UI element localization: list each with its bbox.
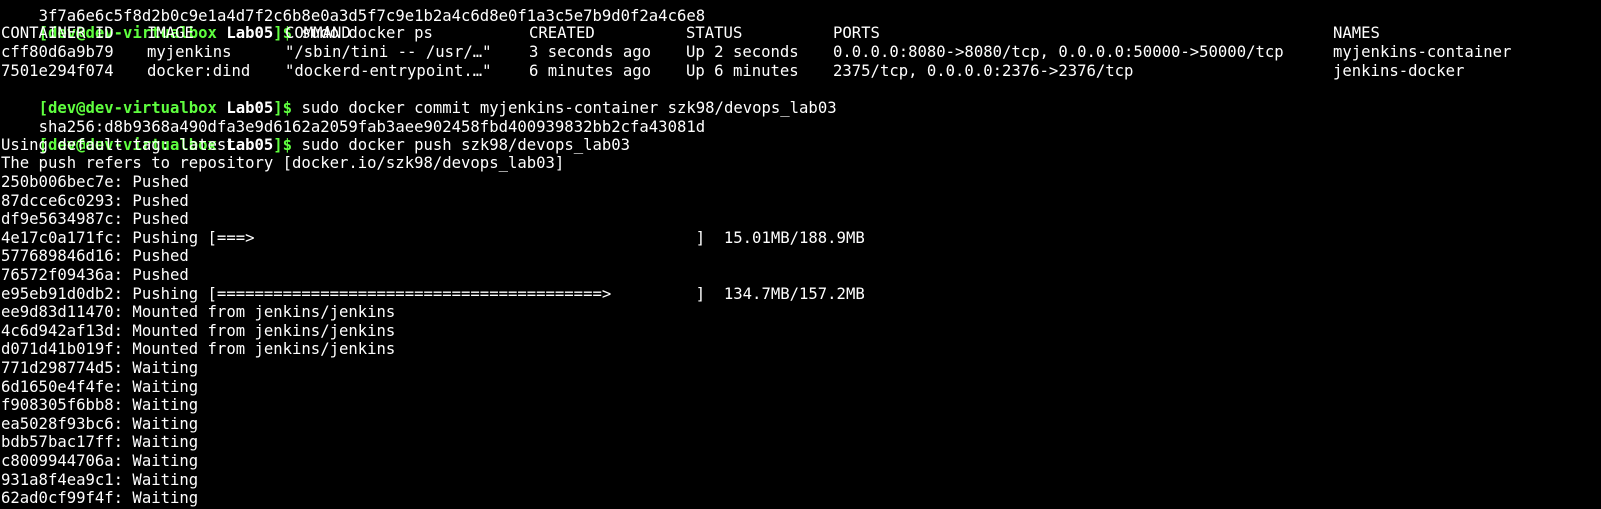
output-line: sha256:d8b9368a490dfa3e9d6162a2059fab3ae… bbox=[1, 99, 706, 136]
output-text: Using default tag: latest bbox=[1, 136, 236, 154]
prompt-close: ]$ bbox=[273, 136, 293, 154]
prompt-line-docker-ps: [dev@dev-virtualbox Lab05]$ sudo docker … bbox=[1, 5, 433, 42]
layer-status-line: 250b006bec7e: Pushed bbox=[1, 173, 189, 192]
command-text: sudo docker push szk98/devops_lab03 bbox=[301, 136, 631, 154]
layer-status-text: 4c6d942af13d: Mounted from jenkins/jenki… bbox=[1, 322, 396, 340]
ps-cell-ports: 0.0.0.0:8080->8080/tcp, 0.0.0.0:50000->5… bbox=[833, 43, 1284, 61]
ps-header-created: CREATED bbox=[529, 24, 595, 42]
ps-header-row: CONTAINER ID IMAGE COMMAND CREATED STATU… bbox=[1, 24, 1601, 43]
layer-status-line: 577689846d16: Pushed bbox=[1, 247, 189, 266]
layer-status-text: 76572f09436a: Pushed bbox=[1, 266, 189, 284]
prompt-line-docker-commit: [dev@dev-virtualbox Lab05]$ sudo docker … bbox=[1, 80, 837, 117]
layer-status-text: f908305f6bb8: Waiting bbox=[1, 396, 199, 414]
layer-status-line: 771d298774d5: Waiting bbox=[1, 359, 198, 378]
layer-status-text: ea5028f93bc6: Waiting bbox=[1, 415, 199, 433]
ps-cell-ports: 2375/tcp, 0.0.0.0:2376->2376/tcp bbox=[833, 62, 1134, 80]
layer-status-line: 62ad0cf99f4f: Waiting bbox=[1, 489, 198, 508]
layer-status-text: d071d41b019f: Mounted from jenkins/jenki… bbox=[1, 340, 396, 358]
ps-header-command: COMMAND bbox=[285, 24, 351, 42]
layer-progress-text: 4e17c0a171fc: Pushing [===> ] 15.01MB/18… bbox=[1, 229, 865, 247]
ps-header-status: STATUS bbox=[686, 24, 743, 42]
layer-status-line: ee9d83d11470: Mounted from jenkins/jenki… bbox=[1, 303, 395, 322]
ps-header-names: NAMES bbox=[1333, 24, 1380, 42]
layer-progress-text: e95eb91d0db2: Pushing [=================… bbox=[1, 285, 865, 303]
layer-status-text: 87dcce6c0293: Pushed bbox=[1, 192, 189, 210]
layer-status-line: 87dcce6c0293: Pushed bbox=[1, 192, 189, 211]
ps-cell-image: myjenkins bbox=[147, 43, 232, 61]
layer-status-line: 6d1650e4f4fe: Waiting bbox=[1, 378, 198, 397]
ps-row: cff80d6a9b79 myjenkins "/sbin/tini -- /u… bbox=[1, 43, 1601, 62]
ps-cell-command: "dockerd-entrypoint.…" bbox=[285, 62, 492, 80]
layer-status-text: 62ad0cf99f4f: Waiting bbox=[1, 489, 199, 507]
layer-status-text: 771d298774d5: Waiting bbox=[1, 359, 199, 377]
layer-status-text: 250b006bec7e: Pushed bbox=[1, 173, 189, 191]
terminal-window[interactable]: 3f7a6e6c5f8d2b0c9e1a4d7f2c6b8e0a3d5f7c9e… bbox=[0, 0, 1601, 509]
layer-status-line: f908305f6bb8: Waiting bbox=[1, 396, 198, 415]
layer-status-text: 931a8f4ea9c1: Waiting bbox=[1, 471, 199, 489]
ps-header-container-id: CONTAINER ID bbox=[1, 24, 114, 42]
layer-status-text: c8009944706a: Waiting bbox=[1, 452, 199, 470]
layer-status-line: 931a8f4ea9c1: Waiting bbox=[1, 471, 198, 490]
layer-status-text: ee9d83d11470: Mounted from jenkins/jenki… bbox=[1, 303, 396, 321]
layer-status-line: c8009944706a: Waiting bbox=[1, 452, 198, 471]
output-line: Using default tag: latest bbox=[1, 136, 236, 155]
ps-cell-image: docker:dind bbox=[147, 62, 251, 80]
ps-cell-container-id: 7501e294f074 bbox=[1, 62, 114, 80]
ps-header-image: IMAGE bbox=[147, 24, 194, 42]
ps-header-ports: PORTS bbox=[833, 24, 880, 42]
layer-status-text: 6d1650e4f4fe: Waiting bbox=[1, 378, 199, 396]
layer-status-text: 577689846d16: Pushed bbox=[1, 247, 189, 265]
layer-status-text: bdb57bac17ff: Waiting bbox=[1, 433, 199, 451]
layer-status-line: ea5028f93bc6: Waiting bbox=[1, 415, 198, 434]
ps-row: 7501e294f074 docker:dind "dockerd-entryp… bbox=[1, 62, 1601, 81]
ps-cell-names: myjenkins-container bbox=[1333, 43, 1512, 61]
layer-status-line: bdb57bac17ff: Waiting bbox=[1, 433, 198, 452]
ps-cell-status: Up 2 seconds bbox=[686, 43, 799, 61]
ps-cell-container-id: cff80d6a9b79 bbox=[1, 43, 114, 61]
ps-cell-command: "/sbin/tini -- /usr/…" bbox=[285, 43, 492, 61]
layer-progress-line: 4e17c0a171fc: Pushing [===> ] 15.01MB/18… bbox=[1, 229, 865, 248]
ps-cell-status: Up 6 minutes bbox=[686, 62, 799, 80]
prompt-line-docker-push: [dev@dev-virtualbox Lab05]$ sudo docker … bbox=[1, 117, 631, 154]
ps-cell-created: 6 minutes ago bbox=[529, 62, 652, 80]
layer-progress-line: e95eb91d0db2: Pushing [=================… bbox=[1, 285, 865, 304]
ps-cell-created: 3 seconds ago bbox=[529, 43, 652, 61]
layer-status-line: 4c6d942af13d: Mounted from jenkins/jenki… bbox=[1, 322, 395, 341]
output-line: The push refers to repository [docker.io… bbox=[1, 154, 564, 173]
ps-cell-names: jenkins-docker bbox=[1333, 62, 1465, 80]
layer-status-text: df9e5634987c: Pushed bbox=[1, 210, 189, 228]
layer-status-line: df9e5634987c: Pushed bbox=[1, 210, 189, 229]
layer-status-line: d071d41b019f: Mounted from jenkins/jenki… bbox=[1, 340, 395, 359]
output-text: The push refers to repository [docker.io… bbox=[1, 154, 565, 172]
layer-status-line: 76572f09436a: Pushed bbox=[1, 266, 189, 285]
